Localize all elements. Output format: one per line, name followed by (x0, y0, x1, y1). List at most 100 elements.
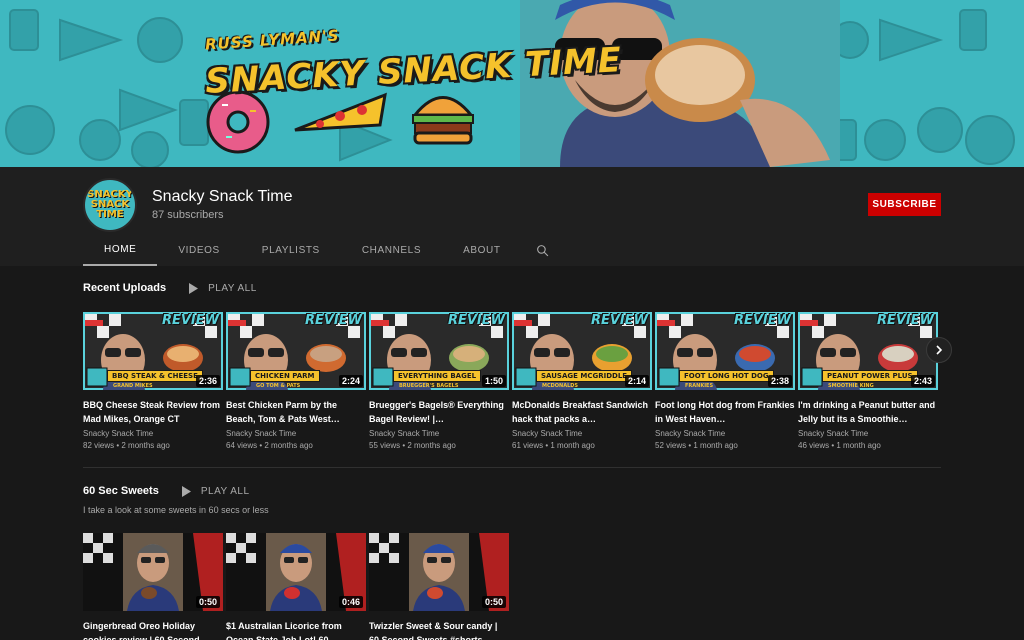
video-meta: 46 views • 1 month ago (798, 441, 881, 450)
video-meta: 82 views • 2 months ago (83, 441, 170, 450)
thumbnail-caption: SAUSAGE MCGRIDDLE (536, 370, 633, 382)
chevron-right-icon (936, 345, 943, 355)
video-channel-name[interactable]: Snacky Snack Time (369, 428, 509, 440)
video-channel-name[interactable]: Snacky Snack Time (655, 428, 795, 440)
channel-search-button[interactable] (522, 235, 549, 266)
video-card[interactable]: 0:46 $1 Australian Licorice from Ocean S… (226, 533, 366, 640)
review-tag: REVIEW (876, 313, 934, 328)
thumbnail-subcaption: GO TOM & PATS (256, 383, 301, 389)
channel-name: Snacky Snack Time (152, 188, 293, 205)
recent-uploads-title[interactable]: Recent Uploads (83, 282, 166, 294)
recent-play-all-button[interactable]: PLAY ALL (188, 282, 257, 294)
tab-channels[interactable]: CHANNELS (341, 235, 442, 266)
video-duration: 2:43 (910, 375, 935, 387)
video-channel-name[interactable]: Snacky Snack Time (83, 428, 223, 440)
video-card[interactable]: 0:50 Gingerbread Oreo Holiday cookies re… (83, 533, 223, 640)
video-meta: 52 views • 1 month ago (655, 441, 738, 450)
tab-playlists[interactable]: PLAYLISTS (241, 235, 341, 266)
video-duration: 0:50 (481, 596, 506, 608)
channel-tabs: HOME VIDEOS PLAYLISTS CHANNELS ABOUT (83, 235, 549, 266)
thumbnail-subcaption: SMOOTHIE KING (828, 383, 874, 389)
banner-subtitle: RUSS LYMAN'S (204, 26, 341, 54)
play-icon (181, 485, 191, 497)
play-all-label: PLAY ALL (200, 485, 250, 497)
tab-videos[interactable]: VIDEOS (157, 235, 240, 266)
video-title[interactable]: Foot long Hot dog from Frankies in West … (655, 398, 795, 426)
subscribe-button[interactable]: SUBSCRIBE (868, 193, 941, 216)
video-thumbnail[interactable]: REVIEW CHICKEN PARM GO TOM & PATS 2:24 (226, 312, 366, 390)
video-card[interactable]: REVIEW FOOT LONG HOT DOG FRANKIES 2:38 F… (655, 312, 795, 452)
thumbnail-subcaption: BRUEGGER'S BAGELS (399, 383, 459, 389)
section-divider (83, 467, 941, 468)
video-duration: 2:36 (195, 375, 220, 387)
sweets-description: I take a look at some sweets in 60 secs … (83, 505, 269, 515)
video-meta: 55 views • 2 months ago (369, 441, 456, 450)
channel-banner: RUSS LYMAN'S SNACKY SNACK TIME (0, 0, 1024, 167)
play-all-label: PLAY ALL (208, 282, 257, 294)
video-duration: 2:24 (338, 375, 363, 387)
play-icon (189, 282, 199, 294)
video-title[interactable]: McDonalds Breakfast Sandwich hack that p… (512, 398, 652, 426)
thumbnail-subcaption: MCDONALDS (542, 383, 579, 389)
thumbnail-subcaption: FRANKIES (685, 383, 714, 389)
tab-about[interactable]: ABOUT (442, 235, 521, 266)
video-thumbnail[interactable]: REVIEW SAUSAGE MCGRIDDLE MCDONALDS 2:14 (512, 312, 652, 390)
channel-header: SNACKY SNACK TIME Snacky Snack Time 87 s… (0, 167, 1024, 266)
video-thumbnail[interactable]: REVIEW PEANUT POWER PLUS SMOOTHIE KING 2… (798, 312, 938, 390)
sweets-title[interactable]: 60 Sec Sweets (83, 485, 159, 497)
video-thumbnail[interactable]: REVIEW FOOT LONG HOT DOG FRANKIES 2:38 (655, 312, 795, 390)
banner-title: RUSS LYMAN'S SNACKY SNACK TIME (204, 26, 623, 102)
video-card[interactable]: REVIEW SAUSAGE MCGRIDDLE MCDONALDS 2:14 … (512, 312, 652, 452)
thumbnail-caption: EVERYTHING BAGEL (393, 370, 482, 382)
shelf-next-button[interactable] (926, 337, 952, 363)
sweets-row: 0:50 Gingerbread Oreo Holiday cookies re… (83, 533, 512, 640)
video-meta: 64 views • 2 months ago (226, 441, 313, 450)
review-tag: REVIEW (304, 313, 362, 328)
video-thumbnail[interactable]: REVIEW BBQ STEAK & CHEESE GRAND MIKES 2:… (83, 312, 223, 390)
sweets-play-all-button[interactable]: PLAY ALL (181, 485, 250, 497)
tab-home[interactable]: HOME (83, 235, 158, 266)
video-title[interactable]: BBQ Cheese Steak Review from Mad Mikes, … (83, 398, 223, 426)
review-tag: REVIEW (161, 313, 219, 328)
search-icon (536, 245, 548, 257)
video-duration: 0:50 (195, 596, 220, 608)
video-title[interactable]: Twizzler Sweet & Sour candy | 60 Second … (369, 619, 509, 640)
review-tag: REVIEW (447, 313, 505, 328)
burger-art (411, 96, 475, 145)
video-card[interactable]: REVIEW CHICKEN PARM GO TOM & PATS 2:24 B… (226, 312, 366, 452)
review-tag: REVIEW (590, 313, 648, 328)
video-channel-name[interactable]: Snacky Snack Time (798, 428, 938, 440)
thumbnail-caption: CHICKEN PARM (250, 370, 320, 382)
avatar[interactable]: SNACKY SNACK TIME (83, 178, 137, 232)
recent-uploads-row: REVIEW BBQ STEAK & CHEESE GRAND MIKES 2:… (83, 312, 941, 452)
thumbnail-caption: BBQ STEAK & CHEESE (107, 370, 203, 382)
subscriber-count: 87 subscribers (152, 209, 224, 221)
thumbnail-caption: PEANUT POWER PLUS (822, 370, 918, 382)
avatar-text: SNACKY SNACK TIME (87, 189, 133, 220)
video-meta: 61 views • 1 month ago (512, 441, 595, 450)
video-duration: 2:14 (624, 375, 649, 387)
sweets-header: 60 Sec Sweets PLAY ALL (83, 485, 250, 497)
video-title[interactable]: I'm drinking a Peanut butter and Jelly b… (798, 398, 938, 426)
video-title[interactable]: Best Chicken Parm by the Beach, Tom & Pa… (226, 398, 366, 426)
video-duration: 0:46 (338, 596, 363, 608)
video-card[interactable]: REVIEW BBQ STEAK & CHEESE GRAND MIKES 2:… (83, 312, 223, 452)
thumbnail-caption: FOOT LONG HOT DOG (679, 370, 774, 382)
video-title[interactable]: $1 Australian Licorice from Ocean State … (226, 619, 366, 640)
video-thumbnail[interactable]: 0:50 (369, 533, 509, 611)
video-thumbnail[interactable]: 0:50 (83, 533, 223, 611)
video-title[interactable]: Gingerbread Oreo Holiday cookies review … (83, 619, 223, 640)
video-duration: 2:38 (767, 375, 792, 387)
video-thumbnail[interactable]: REVIEW EVERYTHING BAGEL BRUEGGER'S BAGEL… (369, 312, 509, 390)
review-tag: REVIEW (733, 313, 791, 328)
video-channel-name[interactable]: Snacky Snack Time (226, 428, 366, 440)
pizza-art (294, 92, 387, 132)
video-thumbnail[interactable]: 0:46 (226, 533, 366, 611)
video-title[interactable]: Bruegger's Bagels® Everything Bagel Revi… (369, 398, 509, 426)
video-channel-name[interactable]: Snacky Snack Time (512, 428, 652, 440)
video-card[interactable]: REVIEW EVERYTHING BAGEL BRUEGGER'S BAGEL… (369, 312, 509, 452)
video-duration: 1:50 (481, 375, 506, 387)
video-card[interactable]: 0:50 Twizzler Sweet & Sour candy | 60 Se… (369, 533, 509, 640)
video-card[interactable]: REVIEW PEANUT POWER PLUS SMOOTHIE KING 2… (798, 312, 938, 452)
recent-uploads-header: Recent Uploads PLAY ALL (83, 282, 257, 294)
